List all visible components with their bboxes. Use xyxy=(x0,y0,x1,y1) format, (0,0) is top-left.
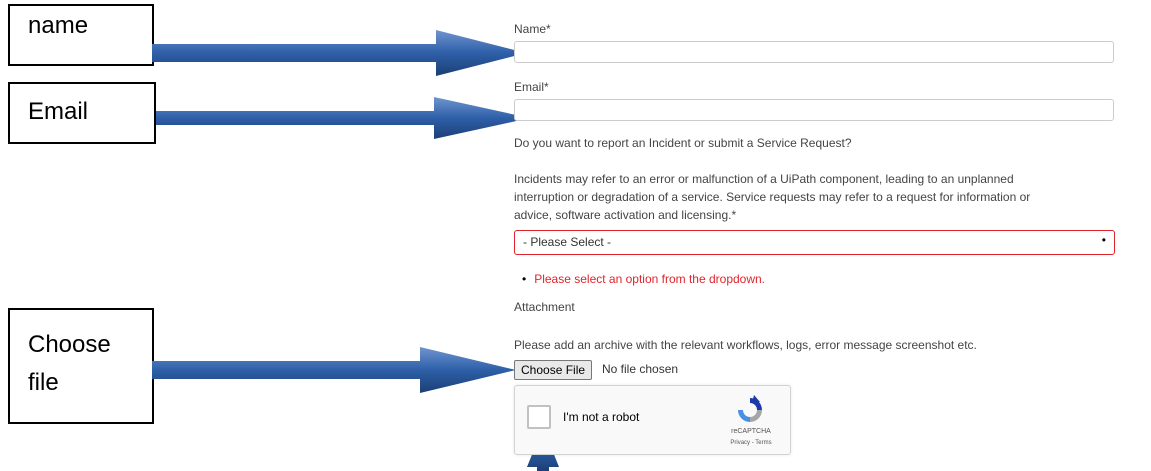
request-type-description: Incidents may refer to an error or malfu… xyxy=(514,170,1030,224)
name-input[interactable] xyxy=(514,41,1114,63)
name-arrow-icon xyxy=(152,30,526,76)
email-arrow-icon xyxy=(156,97,530,139)
validation-error: • Please select an option from the dropdo… xyxy=(522,272,765,286)
attachment-label: Attachment xyxy=(514,300,575,314)
request-type-select[interactable]: - Please Select - • xyxy=(514,230,1115,255)
email-input[interactable] xyxy=(514,99,1114,121)
description-line-1: Incidents may refer to an error or malfu… xyxy=(514,172,1014,186)
choose-file-callout: Choose file xyxy=(8,308,154,424)
file-status: No file chosen xyxy=(602,362,679,376)
choose-file-arrow-icon xyxy=(152,347,516,393)
error-message: Please select an option from the dropdow… xyxy=(534,272,766,286)
choose-file-callout-line1: Choose xyxy=(28,331,111,358)
recaptcha-terms-link[interactable]: Privacy - Terms xyxy=(721,440,781,446)
email-callout-text: Email xyxy=(28,98,89,125)
email-callout: Email xyxy=(8,82,156,144)
bullet-icon: • xyxy=(522,272,527,286)
description-line-2: interruption or degradation of a service… xyxy=(514,190,1031,204)
dropdown-caret-icon: • xyxy=(1101,233,1106,247)
request-type-question: Do you want to report an Incident or sub… xyxy=(514,136,852,150)
name-callout: name xyxy=(8,4,154,66)
description-line-3: advice, software activation and licensin… xyxy=(514,208,737,222)
choose-file-callout-line2: file xyxy=(28,369,59,396)
attachment-hint: Please add an archive with the relevant … xyxy=(514,338,977,352)
name-label: Name* xyxy=(514,22,551,36)
recaptcha-widget: I'm not a robot reCAPTCHA Privacy - Term… xyxy=(514,385,791,455)
name-callout-text: name xyxy=(28,12,89,39)
recaptcha-label: I'm not a robot xyxy=(563,410,640,424)
recaptcha-logo-icon xyxy=(738,395,762,422)
select-value: - Please Select - xyxy=(523,235,612,249)
choose-file-button[interactable]: Choose File xyxy=(514,360,593,380)
email-label: Email* xyxy=(514,80,549,94)
recaptcha-checkbox[interactable] xyxy=(527,405,551,429)
recaptcha-brand: reCAPTCHA xyxy=(731,428,771,435)
